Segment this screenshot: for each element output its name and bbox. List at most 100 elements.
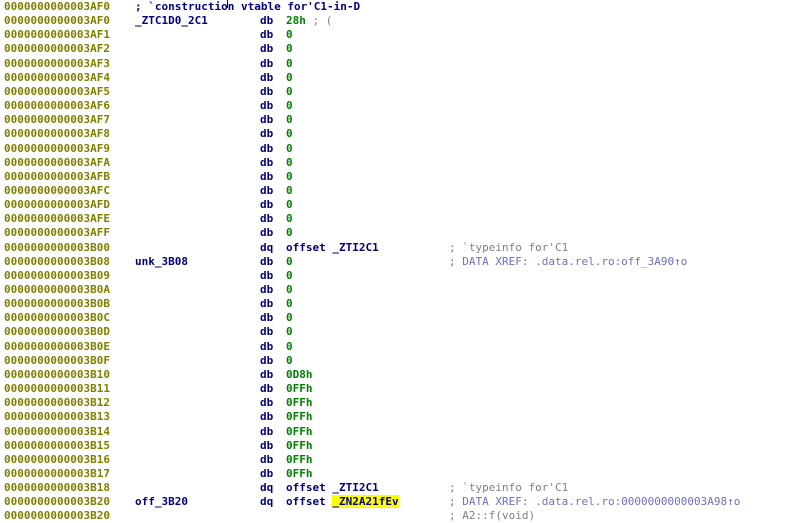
listing-line[interactable]: 0000000000003B0A db 0 xyxy=(0,283,796,297)
operand-value[interactable]: 0FFh xyxy=(286,439,313,452)
listing-line[interactable]: 0000000000003B20 off_3B20 dq offset _ZN2A21… xyxy=(0,495,796,509)
listing-line[interactable]: 0000000000003AF2 db 0 xyxy=(0,42,796,56)
address[interactable]: 0000000000003AF0 xyxy=(4,0,110,14)
mnemonic[interactable]: db xyxy=(260,226,273,240)
address[interactable]: 0000000000003B0B xyxy=(4,297,110,311)
operand-value[interactable]: 0 xyxy=(286,269,293,282)
operand[interactable]: 0FFh xyxy=(286,396,313,410)
address[interactable]: 0000000000003B12 xyxy=(4,396,110,410)
operand[interactable]: 0 xyxy=(286,354,293,368)
listing-line[interactable]: 0000000000003AF3 db 0 xyxy=(0,57,796,71)
listing-line[interactable]: 0000000000003AF8 db 0 xyxy=(0,127,796,141)
listing-line[interactable]: 0000000000003B08 unk_3B08 db 0 ; DATA XREF: … xyxy=(0,255,796,269)
operand[interactable]: 0FFh xyxy=(286,467,313,481)
mnemonic[interactable]: db xyxy=(260,57,273,71)
mnemonic[interactable]: db xyxy=(260,325,273,339)
listing-line[interactable]: 0000000000003B18 dq offset _ZTI2C1 ; `typei… xyxy=(0,481,796,495)
operand[interactable]: 0 xyxy=(286,340,293,354)
operand-value[interactable]: 0 xyxy=(286,142,293,155)
xref-comment[interactable]: ; DATA XREF: .data.rel.ro:0000000000003A… xyxy=(449,495,740,509)
address[interactable]: 0000000000003B0F xyxy=(4,354,110,368)
listing-line[interactable]: 0000000000003B16 db 0FFh xyxy=(0,453,796,467)
operand[interactable]: 0 xyxy=(286,226,293,240)
operand[interactable]: 0D8h xyxy=(286,368,313,382)
operand-value[interactable]: 0 xyxy=(286,255,293,268)
mnemonic[interactable]: db xyxy=(260,71,273,85)
operand[interactable]: 0 xyxy=(286,283,293,297)
mnemonic[interactable]: dq xyxy=(260,481,273,495)
operand-value[interactable]: 0FFh xyxy=(286,467,313,480)
symbol-label[interactable]: off_3B20 xyxy=(135,495,188,509)
address[interactable]: 0000000000003B0E xyxy=(4,340,110,354)
listing-line[interactable]: 0000000000003B0F db 0 xyxy=(0,354,796,368)
listing-line[interactable]: 0000000000003B17 db 0FFh xyxy=(0,467,796,481)
listing-line[interactable]: 0000000000003B13 db 0FFh xyxy=(0,410,796,424)
operand[interactable]: 0 xyxy=(286,113,293,127)
listing-line[interactable]: 0000000000003AF9 db 0 xyxy=(0,142,796,156)
address[interactable]: 0000000000003AF8 xyxy=(4,127,110,141)
mnemonic[interactable]: db xyxy=(260,453,273,467)
mnemonic[interactable]: db xyxy=(260,283,273,297)
mnemonic[interactable]: db xyxy=(260,28,273,42)
operand-value[interactable]: 0 xyxy=(286,198,293,211)
symbol-label[interactable]: _ZTC1D0_2C1 xyxy=(135,14,208,28)
mnemonic[interactable]: db xyxy=(260,255,273,269)
mnemonic[interactable]: db xyxy=(260,439,273,453)
address[interactable]: 0000000000003AF7 xyxy=(4,113,110,127)
operand[interactable]: 0 xyxy=(286,42,293,56)
xref-comment[interactable]: ; DATA XREF: .data.rel.ro:off_3A90↑o xyxy=(449,255,687,269)
address[interactable]: 0000000000003B10 xyxy=(4,368,110,382)
operand[interactable]: 0 xyxy=(286,212,293,226)
operand-value[interactable]: 0D8h xyxy=(286,368,313,381)
operand-value[interactable]: 0 xyxy=(286,340,293,353)
listing-line[interactable]: 0000000000003B11 db 0FFh xyxy=(0,382,796,396)
listing-line[interactable]: 0000000000003AF4 db 0 xyxy=(0,71,796,85)
address[interactable]: 0000000000003AF0 xyxy=(4,14,110,28)
operand-value[interactable]: 0 xyxy=(286,354,293,367)
mnemonic[interactable]: db xyxy=(260,297,273,311)
listing-line[interactable]: 0000000000003B00 dq offset _ZTI2C1 ; `typei… xyxy=(0,241,796,255)
operand[interactable]: 0FFh xyxy=(286,439,313,453)
listing-line[interactable]: 0000000000003AF7 db 0 xyxy=(0,113,796,127)
operand-value[interactable]: 0 xyxy=(286,283,293,296)
operand-value[interactable]: 0 xyxy=(286,311,293,324)
mnemonic[interactable]: db xyxy=(260,396,273,410)
operand-value[interactable]: 0 xyxy=(286,184,293,197)
address[interactable]: 0000000000003B00 xyxy=(4,241,110,255)
operand-value[interactable]: 0 xyxy=(286,42,293,55)
address[interactable]: 0000000000003AFF xyxy=(4,226,110,240)
address[interactable]: 0000000000003AF6 xyxy=(4,99,110,113)
listing-line[interactable]: 0000000000003B20 ; A2::f(void) xyxy=(0,509,796,523)
operand-value[interactable]: 0FFh xyxy=(286,396,313,409)
listing-line[interactable]: 0000000000003B12 db 0FFh xyxy=(0,396,796,410)
operand-reference[interactable]: offset xyxy=(286,495,332,508)
listing-line[interactable]: 0000000000003AFB db 0 xyxy=(0,170,796,184)
address[interactable]: 0000000000003B20 xyxy=(4,495,110,509)
operand[interactable]: 0 xyxy=(286,156,293,170)
operand[interactable]: 0 xyxy=(286,297,293,311)
operand[interactable]: 0 xyxy=(286,311,293,325)
address[interactable]: 0000000000003AF9 xyxy=(4,142,110,156)
address[interactable]: 0000000000003B15 xyxy=(4,439,110,453)
listing-line[interactable]: 0000000000003AFC db 0 xyxy=(0,184,796,198)
operand-value[interactable]: 0 xyxy=(286,99,293,112)
operand[interactable]: 0FFh xyxy=(286,453,313,467)
operand-value[interactable]: 0 xyxy=(286,113,293,126)
operand[interactable]: 0 xyxy=(286,184,293,198)
operand-value[interactable]: 0 xyxy=(286,170,293,183)
address[interactable]: 0000000000003AFD xyxy=(4,198,110,212)
address[interactable]: 0000000000003AFE xyxy=(4,212,110,226)
mnemonic[interactable]: db xyxy=(260,142,273,156)
operand[interactable]: offset _ZN2A21fEv xyxy=(286,495,399,509)
address[interactable]: 0000000000003AFC xyxy=(4,184,110,198)
operand[interactable]: 0 xyxy=(286,198,293,212)
operand-value[interactable]: 0FFh xyxy=(286,453,313,466)
mnemonic[interactable]: db xyxy=(260,340,273,354)
address[interactable]: 0000000000003B0C xyxy=(4,311,110,325)
mnemonic[interactable]: db xyxy=(260,14,273,28)
operand[interactable]: 0 xyxy=(286,85,293,99)
mnemonic[interactable]: db xyxy=(260,269,273,283)
address[interactable]: 0000000000003B17 xyxy=(4,467,110,481)
operand-value[interactable]: 0 xyxy=(286,156,293,169)
operand[interactable]: 0 xyxy=(286,57,293,71)
